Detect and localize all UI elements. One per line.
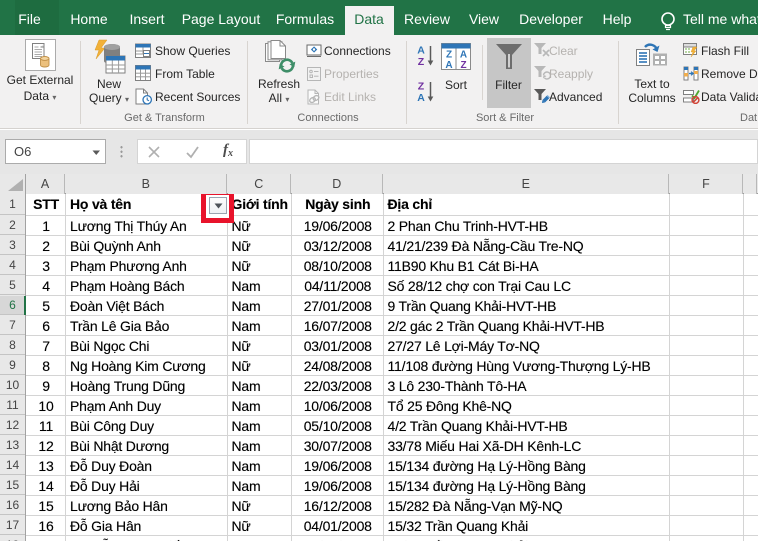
svg-text:A: A [417, 45, 425, 57]
svg-text:A: A [460, 50, 467, 61]
svg-text:Z: Z [446, 50, 452, 61]
svg-text:A: A [417, 92, 425, 104]
svg-text:A: A [445, 60, 452, 70]
svg-text:Z: Z [418, 56, 425, 68]
svg-text:Z: Z [460, 60, 466, 70]
